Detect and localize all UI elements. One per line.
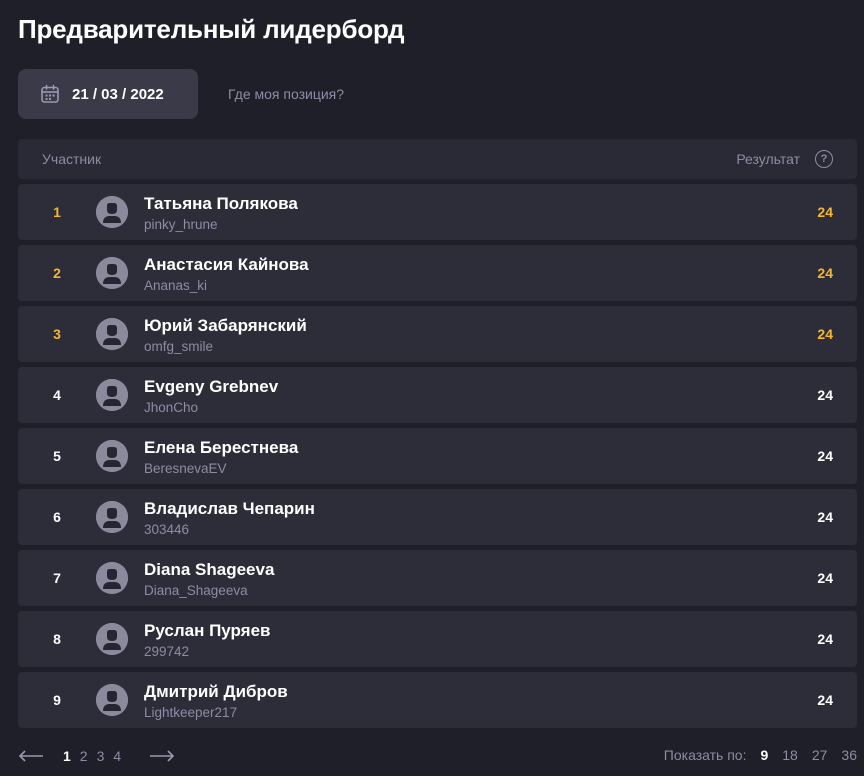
rank: 9 <box>53 692 61 708</box>
rank: 7 <box>53 570 61 586</box>
participant-login: Diana_Shageeva <box>144 583 248 598</box>
user-avatar-icon <box>96 440 128 472</box>
per-page-label: Показать по: <box>663 747 747 763</box>
participant-login: Lightkeeper217 <box>144 705 238 720</box>
page-number-1[interactable]: 1 <box>63 748 71 764</box>
column-header-participant: Участник <box>42 151 102 167</box>
arrow-right-icon[interactable] <box>149 749 175 763</box>
per-page-options: 9 18 27 36 <box>760 747 857 763</box>
per-page-option-9[interactable]: 9 <box>760 747 768 763</box>
table-row[interactable]: 8 Руслан Пуряев 299742 24 <box>18 611 857 667</box>
participant-name[interactable]: Дмитрий Дибров <box>144 682 288 702</box>
score: 24 <box>817 387 833 403</box>
participant-login: pinky_hrune <box>144 217 218 232</box>
score: 24 <box>817 509 833 525</box>
participant-name[interactable]: Юрий Забарянский <box>144 316 307 336</box>
table-row[interactable]: 1 Татьяна Полякова pinky_hrune 24 <box>18 184 857 240</box>
user-avatar-icon <box>96 501 128 533</box>
per-page-option-18[interactable]: 18 <box>782 747 798 763</box>
participant-login: Ananas_ki <box>144 278 208 293</box>
score: 24 <box>817 326 833 342</box>
table-row[interactable]: 5 Елена Берестнева BeresnevaEV 24 <box>18 428 857 484</box>
leaderboard-page: Предварительный лидерборд 21 / 03 / 2022… <box>0 0 864 776</box>
user-avatar-icon <box>96 379 128 411</box>
participant-name[interactable]: Руслан Пуряев <box>144 621 271 641</box>
user-avatar-icon <box>96 196 128 228</box>
score: 24 <box>817 692 833 708</box>
score: 24 <box>817 570 833 586</box>
participant-name[interactable]: Анастасия Кайнова <box>144 255 309 275</box>
per-page-option-27[interactable]: 27 <box>812 747 828 763</box>
participant-login: JhonCho <box>144 400 199 415</box>
participant-name[interactable]: Diana Shageeva <box>144 560 274 580</box>
rank: 8 <box>53 631 61 647</box>
page-number-4[interactable]: 4 <box>113 748 121 764</box>
pagination: 1234 <box>18 744 175 768</box>
table-row[interactable]: 3 Юрий Забарянский omfg_smile 24 <box>18 306 857 362</box>
participant-name[interactable]: Evgeny Grebnev <box>144 377 278 397</box>
score: 24 <box>817 448 833 464</box>
column-header-result: Результат <box>736 151 800 167</box>
page-numbers: 1234 <box>63 748 130 764</box>
calendar-icon <box>40 84 60 104</box>
user-avatar-icon <box>96 623 128 655</box>
table-row[interactable]: 4 Evgeny Grebnev JhonCho 24 <box>18 367 857 423</box>
page-number-3[interactable]: 3 <box>97 748 105 764</box>
participant-login: BeresnevaEV <box>144 461 227 476</box>
participant-login: omfg_smile <box>144 339 214 354</box>
page-title: Предварительный лидерборд <box>18 14 405 44</box>
rank: 3 <box>53 326 61 342</box>
leaderboard-list: 1 Татьяна Полякова pinky_hrune 24 2 Анастасия… <box>18 184 857 733</box>
score: 24 <box>817 204 833 220</box>
rank: 5 <box>53 448 61 464</box>
participant-login: 303446 <box>144 522 190 537</box>
participant-login: 299742 <box>144 644 190 659</box>
rank: 1 <box>53 204 61 220</box>
date-value: 21 / 03 / 2022 <box>72 85 164 103</box>
score: 24 <box>817 631 833 647</box>
per-page-option-36[interactable]: 36 <box>841 747 857 763</box>
where-my-position-link[interactable]: Где моя позиция? <box>228 86 344 102</box>
user-avatar-icon <box>96 257 128 289</box>
participant-name[interactable]: Владислав Чепарин <box>144 499 315 519</box>
help-icon[interactable]: ? <box>815 150 833 168</box>
user-avatar-icon <box>96 684 128 716</box>
table-row[interactable]: 7 Diana Shageeva Diana_Shageeva 24 <box>18 550 857 606</box>
date-picker-button[interactable]: 21 / 03 / 2022 <box>18 69 198 119</box>
arrow-left-icon[interactable] <box>18 749 44 763</box>
table-row[interactable]: 6 Владислав Чепарин 303446 24 <box>18 489 857 545</box>
user-avatar-icon <box>96 318 128 350</box>
participant-name[interactable]: Елена Берестнева <box>144 438 298 458</box>
table-row[interactable]: 9 Дмитрий Дибров Lightkeeper217 24 <box>18 672 857 728</box>
rank: 6 <box>53 509 61 525</box>
user-avatar-icon <box>96 562 128 594</box>
table-header: Участник Результат ? <box>18 139 857 179</box>
score: 24 <box>817 265 833 281</box>
rank: 4 <box>53 387 61 403</box>
page-number-2[interactable]: 2 <box>80 748 88 764</box>
participant-name[interactable]: Татьяна Полякова <box>144 194 298 214</box>
per-page-selector: Показать по: 9 18 27 36 <box>664 747 857 763</box>
rank: 2 <box>53 265 61 281</box>
table-row[interactable]: 2 Анастасия Кайнова Ananas_ki 24 <box>18 245 857 301</box>
